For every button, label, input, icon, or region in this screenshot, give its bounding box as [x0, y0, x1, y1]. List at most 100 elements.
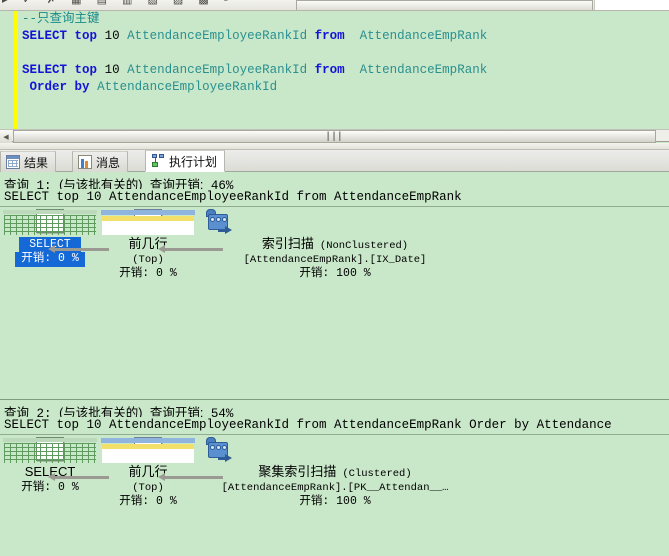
code-token: top: [74, 29, 98, 43]
pane-splitter[interactable]: [0, 143, 669, 150]
execution-plan-icon: [151, 154, 165, 168]
plan-node-title: 索引扫描: [261, 236, 314, 251]
plan-node-object: [AttendanceEmpRank].[PK__Attendan__…: [221, 482, 449, 494]
plan-connector-arrow: [48, 245, 109, 253]
editor-change-marker: [14, 11, 18, 129]
plan-node[interactable]: SELECT 开销: 0 %: [2, 209, 98, 267]
toolbar-right-filler: [594, 0, 669, 10]
scrollbar-thumb[interactable]: ┃┃┃: [13, 130, 656, 143]
top-operator-icon[interactable]: [100, 209, 196, 237]
plan-node-cost-value: 开销: 0 %: [119, 495, 177, 508]
ssms-execution-plan-window: ▸ ✓ ✗ ▦ ▤ ▥ ▧ ▨ ▩ ▫ · · · · · · · · · · …: [0, 0, 669, 556]
code-token: AttendanceEmpRank: [359, 29, 488, 43]
tab-label: 消息: [96, 155, 121, 170]
plan-node[interactable]: 前几行 (Top) 开销: 0 %: [100, 209, 196, 281]
code-token: 10: [104, 63, 120, 77]
plan-node-cost-value: 开销: 0 %: [15, 252, 85, 267]
clustered-index-scan-icon[interactable]: [205, 437, 465, 465]
plan-node-object: [AttendanceEmpRank].[IX_Date]: [243, 254, 427, 266]
scroll-left-arrow-icon[interactable]: ◀: [0, 130, 12, 143]
plan-node-cost-value: 开销: 0 %: [21, 481, 79, 494]
results-tabstrip[interactable]: 结果 消息 执行计划: [0, 150, 669, 172]
code-token: --只查询主键: [22, 12, 100, 26]
code-line: SELECT top 10 AttendanceEmployeeRankId f…: [22, 28, 487, 45]
code-token: 10: [104, 29, 120, 43]
plan-node-title: 聚集索引扫描: [258, 464, 337, 479]
plan-node-cost: 开销: 0 %: [100, 267, 196, 281]
sql-editor[interactable]: --只查询主键 SELECT top 10 AttendanceEmployeeR…: [0, 11, 669, 129]
plan-node-subtitle: (NonClustered): [319, 240, 409, 252]
plan-node-cost: 开销: 0 %: [2, 481, 98, 495]
plan-node[interactable]: 索引扫描 (NonClustered) [AttendanceEmpRank].[I…: [205, 209, 465, 281]
tab-label: 结果: [24, 155, 49, 170]
execution-plan-query-2: 查询 2: (与该批有关的) 查询开销: 54% SELECT top 10 A…: [0, 400, 669, 556]
database-combo[interactable]: · · · · · · · · · · · ·: [296, 0, 593, 10]
select-result-icon[interactable]: [2, 209, 98, 237]
plan-node-labels: 索引扫描 (NonClustered) [AttendanceEmpRank].[I…: [205, 237, 465, 281]
messages-icon: [78, 155, 92, 169]
plan-node[interactable]: 前几行 (Top) 开销: 0 %: [100, 437, 196, 509]
code-token: SELECT: [22, 63, 68, 77]
plan-node-cost-value: 开销: 100 %: [299, 267, 371, 280]
code-token: AttendanceEmpRank: [359, 63, 488, 77]
code-token: Order: [29, 80, 68, 94]
scrollbar-grip-icon: ┃┃┃: [325, 132, 344, 142]
plan-node-labels: 前几行 (Top) 开销: 0 %: [100, 237, 196, 281]
plan-node-cost: 开销: 0 %: [2, 252, 98, 267]
toolbar-glyphs[interactable]: ▸ ✓ ✗ ▦ ▤ ▥ ▧ ▨ ▩ ▫: [2, 0, 234, 6]
plan-node[interactable]: 聚集索引扫描 (Clustered) [AttendanceEmpRank].[PK…: [205, 437, 465, 509]
plan-node-cost-value: 开销: 0 %: [119, 267, 177, 280]
plan-node-cost: 开销: 100 %: [205, 495, 465, 509]
top-operator-icon[interactable]: [100, 437, 196, 465]
database-combo-text: · · · · · · · · · · · ·: [300, 0, 424, 6]
index-scan-icon[interactable]: [205, 209, 465, 237]
plan-node-labels: 聚集索引扫描 (Clustered) [AttendanceEmpRank].[PK…: [205, 465, 465, 509]
plan-node-subtitle: (Top): [132, 482, 164, 494]
plan-2-sql-text: SELECT top 10 AttendanceEmployeeRankId f…: [0, 417, 669, 435]
plan-node-subtitle: (Top): [132, 254, 164, 266]
tab-messages[interactable]: 消息: [72, 151, 129, 172]
plan-1-sql-text: SELECT top 10 AttendanceEmployeeRankId f…: [0, 189, 669, 207]
code-token: AttendanceEmployeeRankId: [127, 29, 308, 43]
tab-execution-plan[interactable]: 执行计划: [145, 150, 226, 172]
sql-code[interactable]: --只查询主键 SELECT top 10 AttendanceEmployeeR…: [22, 11, 487, 96]
code-line: Order by AttendanceEmployeeRankId: [22, 79, 487, 96]
plan-node-subtitle: (Clustered): [342, 468, 412, 480]
execution-plan-query-1: 查询 1: (与该批有关的) 查询开销: 46% SELECT top 10 A…: [0, 172, 669, 400]
plan-2-canvas[interactable]: SELECT 开销: 0 % 前几行 (Top) 开销: 0 % 聚集索引扫描 (Clust…: [0, 437, 669, 556]
plan-connector-arrow: [158, 245, 223, 253]
tab-label: 执行计划: [169, 154, 218, 169]
tab-results[interactable]: 结果: [0, 151, 57, 172]
toolbar[interactable]: ▸ ✓ ✗ ▦ ▤ ▥ ▧ ▨ ▩ ▫ · · · · · · · · · · …: [0, 0, 669, 11]
code-line: --只查询主键: [22, 11, 487, 28]
plan-node-cost-value: 开销: 100 %: [299, 495, 371, 508]
code-token: from: [314, 63, 345, 77]
plan-node[interactable]: SELECT 开销: 0 %: [2, 437, 98, 495]
plan-node-labels: 前几行 (Top) 开销: 0 %: [100, 465, 196, 509]
code-token: AttendanceEmployeeRankId: [127, 63, 308, 77]
plan-node-cost: 开销: 100 %: [205, 267, 465, 281]
results-grid-icon: [6, 155, 20, 169]
editor-horizontal-scrollbar[interactable]: ◀ ┃┃┃: [0, 129, 669, 143]
plan-node-title-line: 索引扫描 (NonClustered): [205, 237, 465, 253]
plan-connector-arrow: [158, 473, 223, 481]
code-token: from: [314, 29, 345, 43]
code-token: SELECT: [22, 29, 68, 43]
plan-1-canvas[interactable]: SELECT 开销: 0 % 前几行 (Top) 开销: 0 % 索引扫描 (NonClus…: [0, 209, 669, 399]
plan-node-title-line: 聚集索引扫描 (Clustered): [205, 465, 465, 481]
editor-gutter: [0, 11, 14, 129]
select-result-icon[interactable]: [2, 437, 98, 465]
code-token: by: [74, 80, 90, 94]
